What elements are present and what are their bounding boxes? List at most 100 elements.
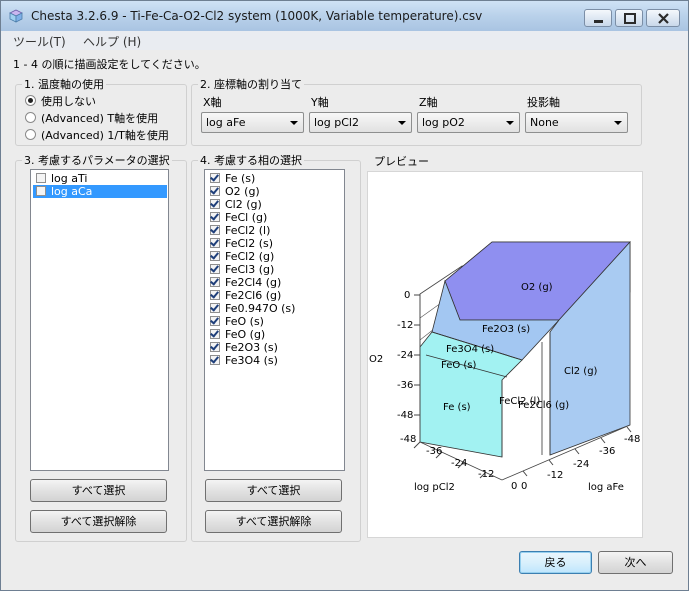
parameters-list[interactable]: log aTi log aCa (30, 169, 169, 471)
phase-label: Fe2O3 (s) (225, 341, 278, 354)
phase-checkbox[interactable] (210, 342, 220, 352)
y-axis-title: log pCl2 (414, 482, 455, 493)
phase-checkbox[interactable] (210, 251, 220, 261)
back-button[interactable]: 戻る (519, 551, 592, 574)
z-axis-label: Z軸 (419, 96, 438, 109)
parameters-select-all-button[interactable]: すべて選択 (30, 479, 167, 502)
phase-checkbox[interactable] (210, 316, 220, 326)
y-tick-label: -48 (400, 434, 416, 445)
y-tick-label: -24 (451, 458, 467, 469)
menu-tools[interactable]: ツール(T) (13, 33, 66, 50)
parameter-label: log aTi (51, 172, 88, 185)
window-title: Chesta 3.2.6.9 - Ti-Fe-Ca-O2-Cl2 system … (31, 9, 483, 23)
list-item[interactable]: log aCa (33, 185, 167, 198)
radio-no-temperature-label[interactable]: 使用しない (41, 93, 96, 109)
phase-label: FeO (g) (225, 328, 266, 341)
radio-t-axis[interactable] (25, 112, 36, 123)
axis-assignment-label: 2. 座標軸の割り当て (198, 76, 304, 92)
phases-list[interactable]: Fe (s) O2 (g) Cl2 (g) FeCl (g) FeCl2 (l)… (204, 169, 345, 471)
radio-t-axis-label[interactable]: (Advanced) T軸を使用 (41, 110, 158, 126)
phase-checkbox[interactable] (210, 355, 220, 365)
phase-label: O2 (g) (225, 185, 260, 198)
y-axis-value: log pCl2 (314, 116, 359, 129)
preview-label: プレビュー (374, 155, 429, 168)
parameter-checkbox[interactable] (36, 173, 46, 183)
phase-label: Fe3O4 (s) (225, 354, 278, 367)
radio-inverse-t-axis[interactable] (25, 129, 36, 140)
phase-checkbox[interactable] (210, 225, 220, 235)
phases-deselect-all-button[interactable]: すべて選択解除 (205, 510, 342, 533)
x-tick-label: -48 (624, 434, 640, 445)
phase-label: FeCl2 (g) (225, 250, 275, 263)
projection-axis-select[interactable]: None (525, 112, 628, 133)
region-label: Fe3O4 (s) (446, 344, 494, 355)
phase-checkbox[interactable] (210, 238, 220, 248)
list-item[interactable]: log aTi (33, 172, 166, 185)
close-icon (658, 13, 669, 24)
chesta-app-icon (9, 9, 23, 23)
maximize-icon (624, 13, 636, 24)
z-tick-label: -24 (397, 350, 413, 361)
x-tick-label: -24 (573, 459, 589, 470)
x-tick-label: 0 (521, 481, 527, 492)
phase-checkbox[interactable] (210, 264, 220, 274)
tick-mark (600, 437, 606, 444)
region-label: O2 (g) (521, 282, 553, 293)
next-button[interactable]: 次へ (598, 551, 673, 574)
phase-label: FeCl2 (s) (225, 237, 274, 250)
region-label: Fe2Cl6 (g) (518, 400, 569, 411)
phase-checkbox[interactable] (210, 173, 220, 183)
phase-checkbox[interactable] (210, 303, 220, 313)
parameter-label: log aCa (51, 185, 93, 198)
z-tick-label: 0 (404, 290, 410, 301)
phase-checkbox[interactable] (210, 329, 220, 339)
region-label: Fe2O3 (s) (482, 324, 530, 335)
tick-mark (522, 470, 528, 477)
projection-axis-label: 投影軸 (527, 96, 560, 109)
x-axis-value: log aFe (206, 116, 246, 129)
phase-label: Fe (s) (225, 172, 256, 185)
x-axis-select[interactable]: log aFe (201, 112, 304, 133)
y-axis-label: Y軸 (311, 96, 329, 109)
region-label: Fe (s) (443, 402, 471, 413)
parameter-checkbox[interactable] (36, 186, 46, 196)
z-tick-label: -12 (397, 320, 413, 331)
close-button[interactable] (646, 9, 680, 27)
region-label: Cl2 (g) (564, 366, 598, 377)
projection-axis-value: None (530, 116, 559, 129)
minimize-button[interactable] (584, 9, 612, 27)
maximize-button[interactable] (615, 9, 643, 27)
phase-checkbox[interactable] (210, 290, 220, 300)
radio-inverse-t-axis-label[interactable]: (Advanced) 1/T軸を使用 (41, 127, 169, 143)
y-tick-label: 0 (511, 481, 517, 492)
parameters-label: 3. 考慮するパラメータの選択 (22, 152, 172, 168)
z-axis-title: O2 (369, 354, 383, 365)
phase-label: FeO (s) (225, 315, 264, 328)
preview-panel[interactable]: 0 -12 -24 -36 -48 O2 -48 -36 -24 -12 0 l… (367, 171, 643, 538)
parameters-deselect-all-button[interactable]: すべて選択解除 (30, 510, 167, 533)
temperature-axis-label: 1. 温度軸の使用 (22, 76, 106, 92)
menu-bar: ツール(T) ヘルプ (H) (1, 31, 688, 50)
phases-label: 4. 考慮する相の選択 (198, 152, 304, 168)
y-axis-select[interactable]: log pCl2 (309, 112, 412, 133)
x-tick-label: -36 (599, 446, 615, 457)
menu-help[interactable]: ヘルプ (H) (83, 33, 141, 50)
title-bar[interactable]: Chesta 3.2.6.9 - Ti-Fe-Ca-O2-Cl2 system … (1, 1, 688, 31)
phases-select-all-button[interactable]: すべて選択 (205, 479, 342, 502)
phase-checkbox[interactable] (210, 212, 220, 222)
phase-checkbox[interactable] (210, 199, 220, 209)
radio-no-temperature[interactable] (25, 95, 36, 106)
projection-axis-dropdown-icon (614, 121, 622, 125)
phase-checkbox[interactable] (210, 186, 220, 196)
phase-diagram-3d[interactable]: 0 -12 -24 -36 -48 O2 -48 -36 -24 -12 0 l… (368, 172, 643, 538)
z-axis-select[interactable]: log pO2 (417, 112, 520, 133)
y-tick-label: -36 (426, 446, 442, 457)
z-tick-label: -36 (397, 380, 413, 391)
phase-label: Fe2Cl6 (g) (225, 289, 282, 302)
tick-mark (548, 459, 554, 466)
app-window: Chesta 3.2.6.9 - Ti-Fe-Ca-O2-Cl2 system … (0, 0, 689, 591)
phase-label: FeCl (g) (225, 211, 268, 224)
phase-label: Fe0.947O (s) (225, 302, 296, 315)
z-axis-value: log pO2 (422, 116, 465, 129)
phase-checkbox[interactable] (210, 277, 220, 287)
